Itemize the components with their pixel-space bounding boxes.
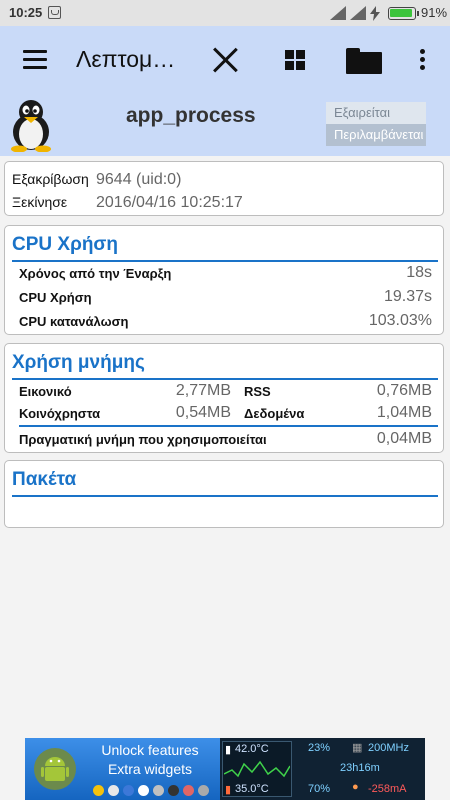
signal-icon [350,6,366,20]
started-value: 2016/04/16 10:25:17 [96,194,243,211]
virtual-value: 2,77MB [175,382,231,399]
priority-value: 9644 (uid:0) [96,171,182,188]
cpu-section-title: CPU Χρήση [12,234,119,255]
section-divider [12,260,438,262]
rss-value: 0,76MB [376,382,432,399]
battery-widget-icon: ● [352,781,359,793]
signal-icon [330,6,346,20]
temp-1: 42.0°C [235,743,269,755]
uptime: 23h16m [340,762,380,774]
rss-label: RSS [244,384,271,399]
cpu-time-value: 19.37s [383,288,432,305]
included-button[interactable]: Περιλαμβάνεται [326,124,426,146]
ad-line-1: Unlock features [101,742,199,758]
android-icon [34,748,76,790]
memory-row-virtual-rss: Εικονικό 2,77MB RSS 0,76MB [19,382,432,404]
data-label: Δεδομένα [244,406,305,421]
more-icon[interactable] [418,49,426,71]
memory-usage-card: Χρήση μνήμης Εικονικό 2,77MB RSS 0,76MB … [4,343,444,453]
process-info-card: Εξακρίβωση 9644 (uid:0) Ξεκίνησε 2016/04/1… [4,161,444,216]
cpu-percent: 23% [308,742,331,754]
battery-current: -258mA [368,783,407,795]
status-bar: 10:25 91% [0,0,450,26]
tux-icon [11,100,51,152]
section-divider [12,495,438,497]
ad-promo[interactable]: Unlock features Extra widgets [25,738,220,800]
graph-line [224,760,290,778]
real-memory-label: Πραγματική μνήμη που χρησιμοποιείται [19,432,267,447]
widget-icon [153,785,164,796]
ad-widget-icons [93,783,213,797]
shared-value: 0,54MB [175,404,231,421]
memory-row-shared-data: Κοινόχρηστα 0,54MB Δεδομένα 1,04MB [19,404,432,426]
battery-icon [388,7,419,20]
temp-icon: ▮ [225,744,232,756]
charging-icon [370,6,380,21]
widget-icon [123,785,134,796]
uptime-row: Χρόνος από την Έναρξη 18s [19,264,432,281]
cpu-frequency: 200MHz [368,742,409,754]
toolbar: Λεπτομ… [0,26,450,94]
real-memory-value: 0,04MB [376,430,432,447]
status-time: 10:25 [9,5,43,20]
widget-icon [183,785,194,796]
cpu-time-row: CPU Χρήση 19.37s [19,288,432,305]
temp-icon: ▮ [225,784,232,796]
cpu-consumption-label: CPU κατανάλωση [19,314,129,329]
uptime-value: 18s [406,264,432,281]
data-value: 1,04MB [376,404,432,421]
widget-icon [108,785,119,796]
uptime-label: Χρόνος από την Έναρξη [19,266,172,281]
cpu-usage-card: CPU Χρήση Χρόνος από την Έναρξη 18s CPU … [4,225,444,335]
started-label: Ξεκίνησε [12,194,68,210]
memory-row-real: Πραγματική μνήμη που χρησιμοποιείται 0,0… [19,430,432,452]
started-row: Ξεκίνησε 2016/04/16 10:25:17 [12,194,243,212]
packages-section-title: Πακέτα [12,469,77,490]
toolbar-title: Λεπτομ… [76,46,176,72]
battery-percent-widget: 70% [308,783,331,795]
priority-label: Εξακρίβωση [12,171,89,187]
section-divider [12,378,438,380]
chip-icon: ▦ [352,742,363,754]
battery-percent: 91% [421,5,448,20]
widget-icon [93,785,104,796]
priority-row: Εξακρίβωση 9644 (uid:0) [12,171,181,189]
ad-line-2: Extra widgets [107,761,193,777]
cpu-time-label: CPU Χρήση [19,290,92,305]
cpu-consumption-value: 103.03% [368,312,432,329]
ad-banner[interactable]: Unlock features Extra widgets ▮ 42.0°C ▮… [25,738,425,800]
packages-card: Πακέτα [4,460,444,528]
grid-icon[interactable] [285,50,305,70]
widget-icon [138,785,149,796]
process-header: app_process Εξαιρείται Περιλαμβάνεται [0,94,450,156]
memory-section-title: Χρήση μνήμης [12,352,145,373]
notification-icon [48,6,61,19]
excluded-button[interactable]: Εξαιρείται [326,102,426,124]
close-icon[interactable] [211,46,239,74]
process-name: app_process [126,104,256,127]
folder-icon[interactable] [346,48,382,74]
temp-2: 35.0°C [235,783,269,795]
memory-divider [19,425,438,427]
menu-icon[interactable] [23,50,47,69]
widget-icon [168,785,179,796]
ad-widget-preview: ▮ 42.0°C ▮ 35.0°C 23% ▦ 200MHz 23h16m 70… [220,738,425,800]
widget-icon [198,785,209,796]
cpu-consumption-row: CPU κατανάλωση 103.03% [19,312,432,329]
